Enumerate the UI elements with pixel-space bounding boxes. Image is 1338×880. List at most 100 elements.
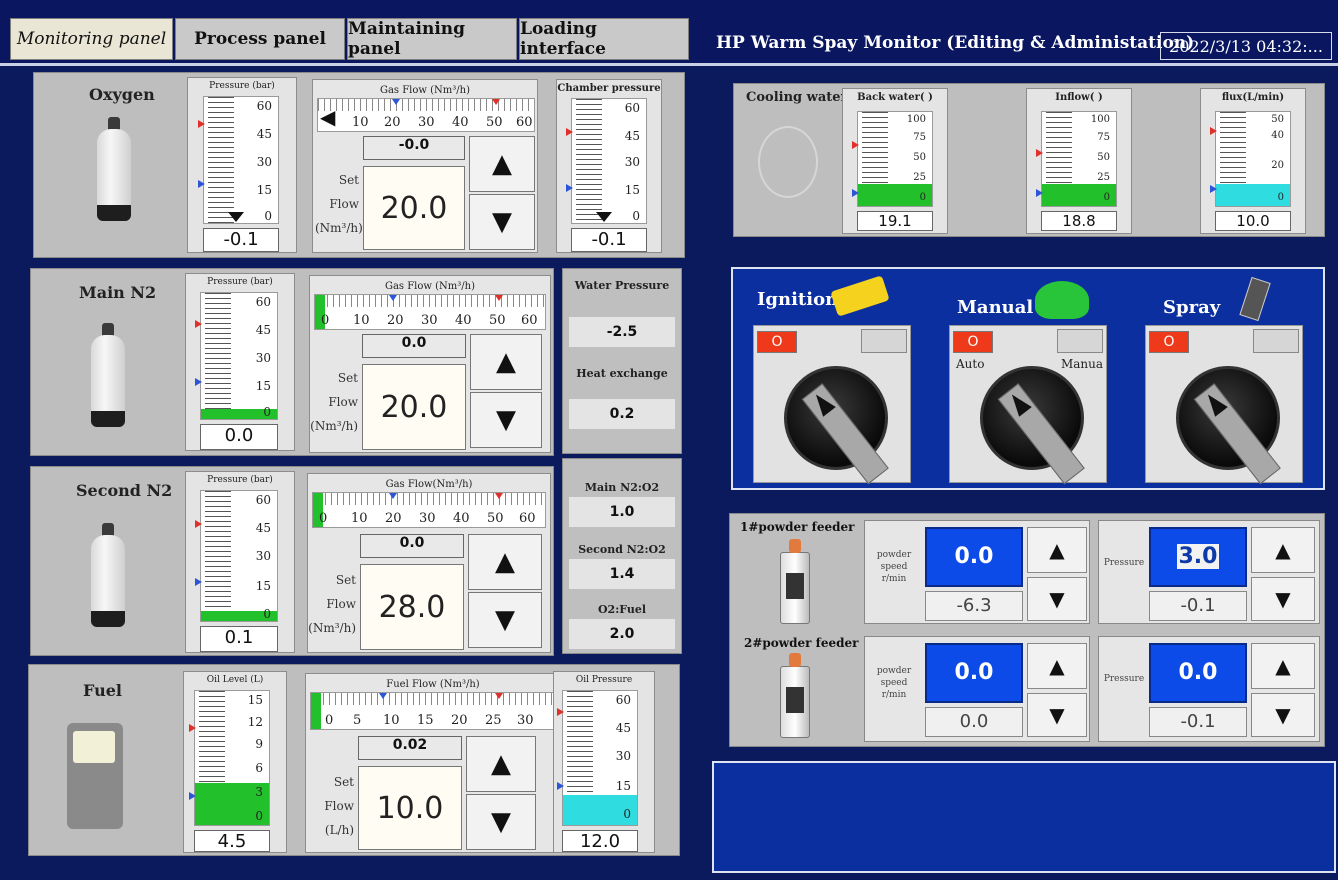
feeder-1-pressure-cell: Pressure 3.0 -0.1 ▲ ▼ xyxy=(1098,520,1320,624)
tick-label: 9 xyxy=(255,737,263,751)
pressure-label: Pressure xyxy=(1103,558,1145,568)
tick-label: 100 xyxy=(1090,114,1110,125)
ignition-switch[interactable]: O xyxy=(753,325,911,485)
powder-speed-label: powder speed r/min xyxy=(876,550,912,584)
low-limit-marker xyxy=(566,184,573,192)
feeder-1-speed-down-button[interactable]: ▼ xyxy=(1027,577,1087,621)
tick-label: 45 xyxy=(615,721,631,735)
low-limit-marker xyxy=(392,99,400,105)
feeder-2-speed-setpoint[interactable]: 0.0 xyxy=(925,643,1023,703)
fuel-flow-up-button[interactable]: ▲ xyxy=(466,736,536,792)
set-flow-label: Set Flow (Nm³/h) xyxy=(315,173,363,235)
second-n2-flow-up-button[interactable]: ▲ xyxy=(468,534,542,590)
feeder-1-speed-actual: -6.3 xyxy=(925,591,1023,621)
gauge-scale: 100 75 50 25 0 xyxy=(857,111,933,207)
pointer-arrow-icon xyxy=(596,212,612,222)
high-limit-marker xyxy=(495,493,503,499)
feeder-2-pressure-up-button[interactable]: ▲ xyxy=(1251,643,1315,689)
tick-label: 30 xyxy=(517,713,534,728)
main-n2-flow-down-button[interactable]: ▼ xyxy=(470,392,542,448)
main-n2-flow-box: Gas Flow (Nm³/h) 0 10 20 30 40 50 60 0.0… xyxy=(309,275,551,453)
tick-label: 15 xyxy=(256,183,272,197)
fuel-label: Fuel xyxy=(83,681,122,700)
tick-label: 75 xyxy=(913,132,926,143)
tick-label: 60 xyxy=(519,511,536,526)
feeder-2-speed-down-button[interactable]: ▼ xyxy=(1027,693,1087,737)
water-heat-info: Water Pressure -2.5 Heat exchange 0.2 xyxy=(562,268,682,454)
feeder-1-speed-setpoint[interactable]: 0.0 xyxy=(925,527,1023,587)
second-n2-flow-down-button[interactable]: ▼ xyxy=(468,592,542,648)
chamber-pressure-gauge: Chamber pressure 60 45 30 15 0 -0.1 xyxy=(556,79,662,253)
o2-fuel-value: 2.0 xyxy=(569,619,675,649)
oxygen-flow-up-button[interactable]: ▲ xyxy=(469,136,535,192)
tick-label: 30 xyxy=(421,313,438,328)
feeder-2-pressure-actual: -0.1 xyxy=(1149,707,1247,737)
feeder-1-pressure-setpoint[interactable]: 3.0 xyxy=(1149,527,1247,587)
turtle-icon xyxy=(1035,281,1089,319)
low-limit-marker xyxy=(198,180,205,188)
high-limit-marker xyxy=(1210,127,1217,135)
feeder-2-speed-up-button[interactable]: ▲ xyxy=(1027,643,1087,689)
fuel-flow-box: Fuel Flow (Nm³/h) 0 5 10 15 20 25 30 0.0… xyxy=(305,673,561,853)
feeder-1-pressure-down-button[interactable]: ▼ xyxy=(1251,577,1315,621)
main-n2-flow-up-button[interactable]: ▲ xyxy=(470,334,542,390)
gauge-scale: 60 45 30 15 0 xyxy=(571,98,647,224)
tab-maintaining-panel[interactable]: Maintaining panel xyxy=(347,18,517,60)
tab-loading-interface[interactable]: Loading interface xyxy=(519,18,689,60)
feeder-2-speed-actual: 0.0 xyxy=(925,707,1023,737)
ignition-status-lamp xyxy=(861,329,907,353)
low-limit-marker xyxy=(195,378,202,386)
switch-panel: Ignition Manual Spray O O Auto Manua O xyxy=(731,267,1325,490)
feeder-2-pressure-setpoint[interactable]: 0.0 xyxy=(1149,643,1247,703)
main-n2-flow-setpoint[interactable]: 20.0 xyxy=(362,364,466,450)
feeder-1-speed-up-button[interactable]: ▲ xyxy=(1027,527,1087,573)
tab-monitoring-panel[interactable]: Monitoring panel xyxy=(10,18,173,60)
tick-label: 30 xyxy=(615,749,631,763)
gauge-title: Pressure (bar) xyxy=(209,81,275,91)
main-n2-pressure-value: 0.0 xyxy=(200,424,278,450)
fuel-flow-setpoint[interactable]: 10.0 xyxy=(358,766,462,850)
back-water-gauge: Back water( ) 100 75 50 25 0 19.1 xyxy=(842,88,948,234)
second-n2-flow-setpoint[interactable]: 28.0 xyxy=(360,564,464,650)
tick-label: 15 xyxy=(247,693,263,707)
oil-level-gauge: Oil Level (L) 15 12 9 6 3 0 4.5 xyxy=(183,671,287,853)
second-n2-label: Second N2 xyxy=(76,481,173,500)
fuel-flow-down-button[interactable]: ▼ xyxy=(466,794,536,850)
high-limit-marker xyxy=(492,99,500,105)
tick-label: 25 xyxy=(913,172,926,183)
tick-label: 0 xyxy=(319,511,328,526)
o2-fuel-label: O2:Fuel xyxy=(597,603,647,616)
second-n2-pressure-value: 0.1 xyxy=(200,626,278,652)
tick-label: 12 xyxy=(247,715,263,729)
oxygen-flow-setpoint[interactable]: 20.0 xyxy=(363,166,465,250)
tick-label: 0 xyxy=(632,209,640,223)
gauge-scale: 100 75 50 25 0 xyxy=(1041,111,1117,207)
manual-switch[interactable]: O Auto Manua xyxy=(949,325,1107,485)
tick-label: 30 xyxy=(255,351,271,365)
ignition-indicator: O xyxy=(757,331,797,353)
back-arrow-icon[interactable]: ◀ xyxy=(320,105,335,129)
gauge-title: Oil Level (L) xyxy=(206,675,264,685)
tab-process-panel[interactable]: Process panel xyxy=(175,18,345,60)
gauge-scale: 15 12 9 6 3 0 xyxy=(194,690,270,826)
feeder-1-pressure-up-button[interactable]: ▲ xyxy=(1251,527,1315,573)
oxygen-flow-actual: -0.0 xyxy=(363,136,465,160)
tick-label: 50 xyxy=(913,152,926,163)
tick-label: 60 xyxy=(255,493,271,507)
feeder-2-pressure-down-button[interactable]: ▼ xyxy=(1251,693,1315,737)
flow-scale: 0 10 20 30 40 50 60 xyxy=(314,294,546,330)
spray-switch[interactable]: O xyxy=(1145,325,1303,485)
high-limit-marker xyxy=(557,708,564,716)
manual-indicator: O xyxy=(953,331,993,353)
inflow-value: 18.8 xyxy=(1041,211,1117,231)
flow-fill xyxy=(311,693,321,729)
oxygen-flow-down-button[interactable]: ▼ xyxy=(469,194,535,250)
top-bar: Monitoring panel Process panel Maintaini… xyxy=(0,0,1338,66)
low-limit-marker xyxy=(1036,189,1043,197)
gauge-scale: 60 45 30 15 0 xyxy=(200,490,278,622)
cooling-water-icon xyxy=(758,126,818,198)
powder-speed-label: powder speed r/min xyxy=(876,666,912,700)
feeder-1-speed-cell: powder speed r/min 0.0 -6.3 ▲ ▼ xyxy=(864,520,1090,624)
flow-title: Gas Flow(Nm³/h) xyxy=(385,479,473,490)
flux-gauge: flux(L/min) 50 40 20 0 10.0 xyxy=(1200,88,1306,234)
